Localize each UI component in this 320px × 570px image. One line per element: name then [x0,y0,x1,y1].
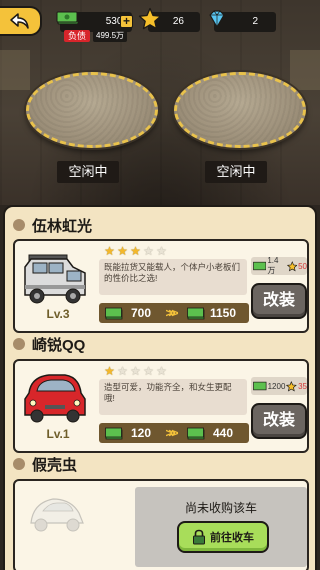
star-icon [286,260,298,271]
star-filled-icon: ★ [117,244,128,258]
cash-stack-icon [56,11,79,25]
car-name: 伍林虹光 [32,217,93,235]
income-row: 120 >>> 440 [99,423,249,443]
cost-stars: 35 [298,381,307,391]
parking-pad-1[interactable] [26,72,158,148]
bullet-icon [13,219,25,231]
cost-cash: 1.4万 [267,256,279,275]
modify-button[interactable]: 改装 [251,283,307,319]
income-upgraded: 440 [212,426,234,440]
star-empty-icon: ★ [156,244,167,258]
car-name: 崎锐QQ [32,336,86,354]
star-rating: ★ ★ ★ ★ ★ [103,245,168,257]
parking-pad-2[interactable] [174,72,306,148]
go-acquire-button[interactable]: 前往收车 [177,521,269,553]
cash-stack-icon [105,427,123,439]
debt-value: 499.5万 [93,30,128,42]
star-empty-icon: ★ [117,364,128,378]
slot-status-2: 空闲中 [205,161,267,183]
car-description: 造型可爱，功能齐全，和女生更配哦! [99,379,247,415]
car-list-panel[interactable]: 伍林虹光 Lv.3 ★ ★ ★ ★ ★ 既能拉货又能载人，个体户小老板们的性价比… [3,205,317,570]
car-image [30,498,84,532]
star-icon [138,7,162,30]
debt-label: 负债 [64,30,91,42]
star-filled-icon: ★ [104,364,115,378]
wall-tile [0,50,30,90]
bullet-icon [13,458,25,470]
add-cash-button[interactable]: + [120,15,133,28]
car-header: 崎锐QQ [13,334,85,354]
upgrade-arrows-icon: >>> [165,426,178,440]
star-empty-icon: ★ [143,244,154,258]
back-button[interactable] [0,6,42,36]
car-name: 假壳虫 [32,456,78,474]
back-arrow-icon [10,13,29,29]
income-upgraded: 1150 [209,306,237,320]
cash-stack-icon [187,307,205,319]
diamond-icon [209,10,225,28]
cash-stack-icon [187,427,205,439]
upgrade-cost: 1.4万 50 [251,256,308,275]
car-card: Lv.3 ★ ★ ★ ★ ★ 既能拉货又能载人，个体户小老板们的性价比之选! 7… [13,239,309,333]
income-current: 120 [130,426,152,440]
car-level: Lv.3 [46,307,70,321]
slot-status-1: 空闲中 [57,161,119,183]
star-empty-icon: ★ [156,364,167,378]
star-empty-icon: ★ [143,364,154,378]
star-rating: ★ ★ ★ ★ ★ [103,365,168,377]
locked-message: 尚未收购该车 [184,501,257,515]
cash-stack-icon [253,381,267,391]
go-acquire-label: 前往收车 [210,532,254,544]
cost-cash: 1200 [267,381,286,391]
star-icon [286,380,298,391]
car-header: 伍林虹光 [13,215,92,235]
star-empty-icon: ★ [130,364,141,378]
income-row: 700 >>> 1150 [99,303,249,323]
star-filled-icon: ★ [104,244,115,258]
star-filled-icon: ★ [130,244,141,258]
income-current: 700 [130,306,152,320]
lock-icon [193,529,205,545]
modify-button[interactable]: 改装 [251,403,307,439]
car-header: 假壳虫 [13,454,77,474]
wall-tile [290,50,320,90]
upgrade-cost: 1200 35 [251,377,307,395]
car-card: Lv.1 ★ ★ ★ ★ ★ 造型可爱，功能齐全，和女生更配哦! 120 >>>… [13,359,309,453]
car-level: Lv.1 [46,427,70,441]
locked-overlay: 尚未收购该车 前往收车 [135,487,307,567]
cost-stars: 50 [298,261,308,271]
cash-stack-icon [105,307,123,319]
bullet-icon [13,338,25,350]
locked-car-card: 尚未收购该车 前往收车 [13,479,309,570]
car-description: 既能拉货又能载人，个体户小老板们的性价比之选! [99,259,247,295]
upgrade-arrows-icon: >>> [165,306,178,320]
cash-stack-icon [253,261,267,271]
